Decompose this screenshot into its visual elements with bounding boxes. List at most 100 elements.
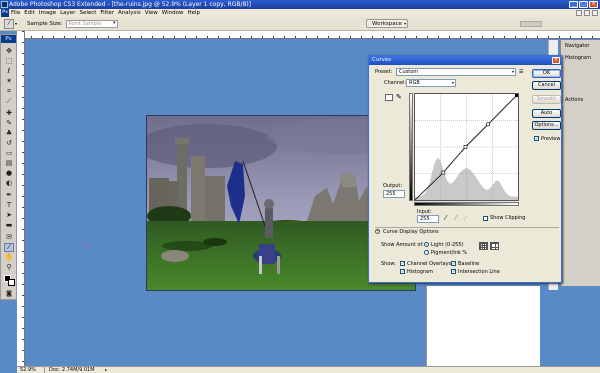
blur-icon[interactable]: ●: [4, 169, 14, 178]
ruler-vertical[interactable]: [17, 31, 25, 366]
pigment-radio[interactable]: [424, 250, 429, 255]
close-button[interactable]: ×: [589, 1, 598, 8]
magic-wand-icon[interactable]: ✶: [4, 77, 14, 86]
doc-restore-button[interactable]: [584, 10, 590, 16]
intersection-line-checkbox[interactable]: ✓: [451, 269, 456, 275]
doc-size: Doc: 2.74M/9.01M: [49, 367, 95, 373]
eyedropper-icon[interactable]: ⁄: [4, 243, 14, 252]
path-select-icon[interactable]: ➤: [4, 211, 14, 220]
minimize-button[interactable]: _: [569, 1, 578, 8]
type-icon[interactable]: T: [4, 201, 14, 210]
smooth-button[interactable]: Smooth: [532, 95, 561, 104]
maximize-button[interactable]: □: [579, 1, 588, 8]
curve-display-options-label[interactable]: Curve Display Options: [383, 229, 439, 235]
show-clipping-checkbox[interactable]: [483, 216, 488, 221]
menu-analysis[interactable]: Analysis: [118, 10, 141, 16]
notes-icon[interactable]: ✉: [4, 233, 14, 242]
intersection-line-label: Intersection Line: [458, 269, 500, 275]
gray-eyedropper-icon[interactable]: ⁄: [455, 214, 456, 222]
preset-options-icon[interactable]: ☰: [519, 69, 523, 75]
eraser-icon[interactable]: ▭: [4, 149, 14, 158]
stamp-icon[interactable]: ♣: [4, 129, 14, 138]
menu-view[interactable]: View: [145, 10, 158, 16]
channel-select[interactable]: RGB ▾: [406, 79, 456, 87]
channel-overlays-checkbox[interactable]: ✓: [400, 261, 405, 267]
status-menu-arrow-icon[interactable]: ▸: [105, 367, 107, 373]
grid-coarse-icon[interactable]: [490, 242, 499, 250]
grid-fine-icon[interactable]: [479, 242, 488, 250]
baseline-label: Baseline: [458, 261, 480, 267]
sample-size-select[interactable]: Point Sample: [65, 19, 118, 28]
move-icon[interactable]: ✥: [4, 47, 14, 56]
auto-button[interactable]: Auto: [532, 109, 561, 118]
curves-dialog-title-bar[interactable]: Curves ×: [369, 56, 561, 65]
menu-layer[interactable]: Layer: [60, 10, 75, 16]
output-gradient-bar: [409, 93, 413, 201]
chevron-down-icon[interactable]: ▾: [15, 21, 19, 26]
workspace-button[interactable]: Workspace ▾: [366, 19, 408, 28]
histogram-panel-tab[interactable]: Histogram: [565, 54, 599, 63]
shape-icon[interactable]: ▬: [4, 221, 14, 230]
ok-button[interactable]: OK: [532, 69, 561, 78]
toolbox-header: Ps: [1, 35, 16, 43]
quick-mask-icon[interactable]: ◙: [4, 289, 14, 298]
actions-panel-tab[interactable]: Actions: [565, 96, 599, 105]
curve-plot[interactable]: [415, 94, 518, 200]
menu-filter[interactable]: Filter: [100, 10, 114, 16]
output-field[interactable]: 255: [383, 190, 405, 198]
hand-icon[interactable]: ✋: [4, 253, 14, 262]
lasso-icon[interactable]: ℓ: [4, 67, 14, 76]
curves-graph[interactable]: [414, 93, 519, 201]
menu-file[interactable]: File: [11, 10, 20, 16]
zoom-icon[interactable]: ⚲: [4, 263, 14, 272]
menu-help[interactable]: Help: [187, 10, 200, 16]
sample-size-label: Sample Size:: [27, 20, 63, 27]
curve-points-tool-icon[interactable]: [385, 94, 393, 101]
preset-select[interactable]: Custom ▾: [396, 68, 516, 76]
pencil-icon[interactable]: ✎: [396, 93, 402, 101]
white-eyedropper-icon[interactable]: ⁄: [465, 214, 466, 222]
preview-checkbox[interactable]: ✓: [534, 136, 539, 142]
ruler-horizontal[interactable]: [20, 31, 600, 39]
menu-select[interactable]: Select: [79, 10, 96, 16]
black-eyedropper-icon[interactable]: ⁄: [445, 214, 446, 222]
show-amount-label: Show Amount of:: [381, 242, 424, 248]
input-gradient-bar: [414, 202, 519, 206]
crop-icon[interactable]: ⌗: [4, 87, 14, 96]
window-title: Adobe Photoshop CS3 Extended - [the-ruin…: [9, 1, 252, 8]
doc-minimize-button[interactable]: [576, 10, 582, 16]
histogram-label: Histogram: [407, 269, 433, 275]
panel-area: [426, 286, 540, 370]
document-window-controls: [576, 10, 598, 16]
histogram-checkbox[interactable]: ✓: [400, 269, 405, 275]
window-controls: _ □ ×: [569, 1, 598, 8]
menu-edit[interactable]: Edit: [24, 10, 35, 16]
options-button[interactable]: Options...: [532, 121, 561, 130]
preset-value: Custom: [399, 69, 419, 75]
history-brush-icon[interactable]: ↺: [4, 139, 14, 148]
navigator-panel-tab[interactable]: Navigator: [565, 42, 599, 51]
slice-icon[interactable]: ⟋: [4, 97, 14, 106]
marquee-icon[interactable]: ⬚: [4, 57, 14, 66]
brush-icon[interactable]: ✎: [4, 119, 14, 128]
close-icon[interactable]: ×: [552, 57, 560, 64]
collapse-icon[interactable]: ⌃: [375, 229, 380, 234]
dodge-icon[interactable]: ◐: [4, 179, 14, 188]
gradient-icon[interactable]: ▤: [4, 159, 14, 168]
eyedropper-preset-icon[interactable]: ⁄: [4, 18, 14, 29]
pen-icon[interactable]: ✒: [4, 191, 14, 200]
preset-label: Preset:: [375, 69, 393, 75]
output-label: Output:: [383, 183, 403, 189]
baseline-checkbox[interactable]: ✓: [451, 261, 456, 267]
healing-icon[interactable]: ✚: [4, 109, 14, 118]
menu-window[interactable]: Window: [162, 10, 184, 16]
menu-image[interactable]: Image: [39, 10, 56, 16]
cancel-button[interactable]: Cancel: [532, 81, 561, 90]
palette-well[interactable]: [520, 21, 542, 27]
doc-close-button[interactable]: [592, 10, 598, 16]
input-field[interactable]: 255: [417, 215, 439, 223]
zoom-level[interactable]: 52.9%: [17, 367, 45, 373]
light-radio[interactable]: [424, 242, 429, 247]
show-clipping-label: Show Clipping: [490, 215, 526, 221]
background-color-swatch[interactable]: [8, 279, 15, 286]
